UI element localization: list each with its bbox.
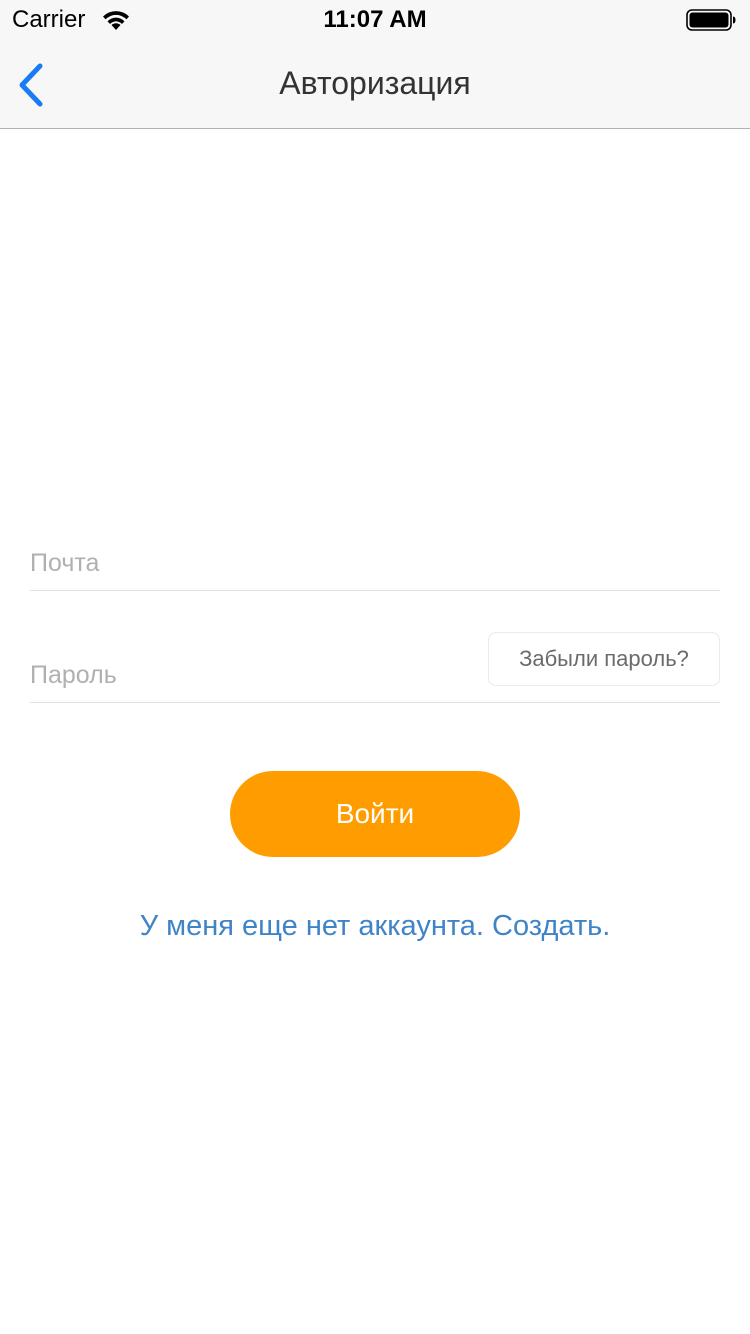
create-account-link[interactable]: У меня еще нет аккаунта. Создать. <box>0 910 750 943</box>
login-button[interactable]: Войти <box>230 771 520 857</box>
battery-icon <box>686 9 736 31</box>
login-screen: Carrier 11:07 AM Авторизация Забыли паро… <box>0 0 750 1334</box>
status-bar: Carrier 11:07 AM <box>0 0 750 40</box>
page-title: Авторизация <box>279 65 471 101</box>
email-field-container <box>30 540 720 591</box>
password-field[interactable] <box>30 652 470 698</box>
navigation-bar: Авторизация <box>0 40 750 129</box>
forgot-password-button[interactable]: Забыли пароль? <box>488 632 720 686</box>
email-field[interactable] <box>30 540 720 586</box>
status-time: 11:07 AM <box>323 6 427 33</box>
